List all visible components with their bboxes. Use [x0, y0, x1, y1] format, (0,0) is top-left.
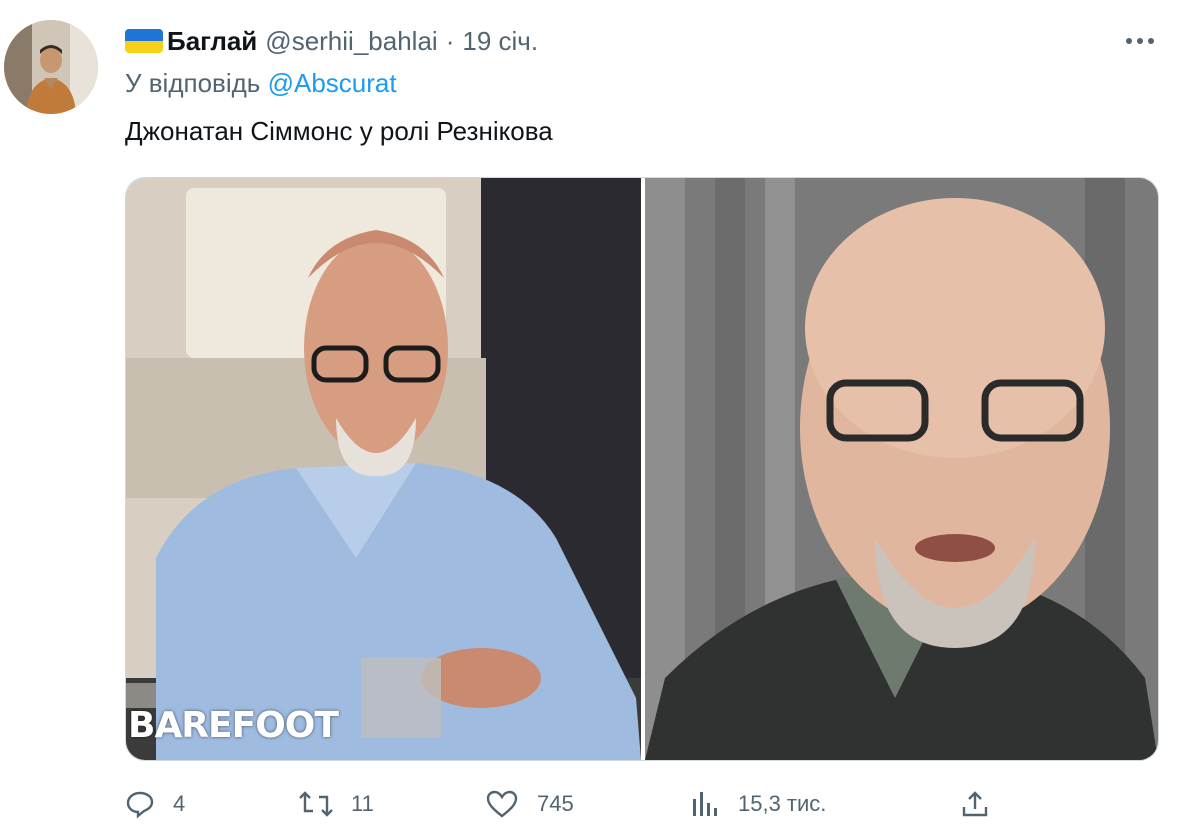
author-display-name[interactable]: Баглай [167, 24, 257, 58]
reply-count: 4 [173, 791, 186, 816]
media-watermark: BAREFOOT [128, 705, 339, 746]
reply-button[interactable]: 4 [125, 784, 185, 824]
retweet-button[interactable]: 11 [299, 784, 374, 824]
reply-icon [126, 791, 154, 819]
photo-right-image [645, 178, 1158, 760]
tweet: Баглай @serhii_bahlai · 19 січ. У відпов… [0, 0, 1200, 833]
like-button[interactable]: 745 [485, 784, 574, 824]
reply-prefix: У відповідь [125, 68, 268, 98]
tweet-actions: 4 11 745 15,3 тис. [125, 784, 1005, 824]
retweet-icon [299, 791, 333, 817]
tweet-header: Баглай @serhii_bahlai · 19 січ. [125, 24, 1160, 58]
tweet-media[interactable]: BAREFOOT [125, 177, 1159, 761]
share-icon [962, 791, 988, 817]
like-count: 745 [537, 791, 574, 816]
views-button[interactable]: 15,3 тис. [690, 784, 826, 824]
views-chart-icon [693, 792, 717, 816]
ukraine-flag-icon [125, 29, 163, 53]
reply-mention-link[interactable]: @Abscurat [268, 68, 397, 98]
separator-dot: · [445, 26, 455, 56]
media-photo-left[interactable]: BAREFOOT [126, 178, 641, 760]
views-count: 15,3 тис. [738, 791, 827, 816]
tweet-text: Джонатан Сіммонс у ролі Резнікова [125, 116, 553, 146]
photo-left-image [126, 178, 641, 760]
avatar-image [4, 20, 98, 114]
more-options-icon[interactable] [1120, 24, 1160, 58]
media-photo-right[interactable] [645, 178, 1158, 760]
avatar[interactable] [4, 20, 98, 114]
tweet-date[interactable]: 19 січ. [462, 24, 538, 58]
share-button[interactable] [960, 784, 1008, 824]
heart-icon [486, 790, 518, 818]
author-handle[interactable]: @serhii_bahlai [265, 24, 437, 58]
retweet-count: 11 [351, 791, 374, 816]
reply-to-line: У відповідь @Abscurat [125, 66, 397, 100]
